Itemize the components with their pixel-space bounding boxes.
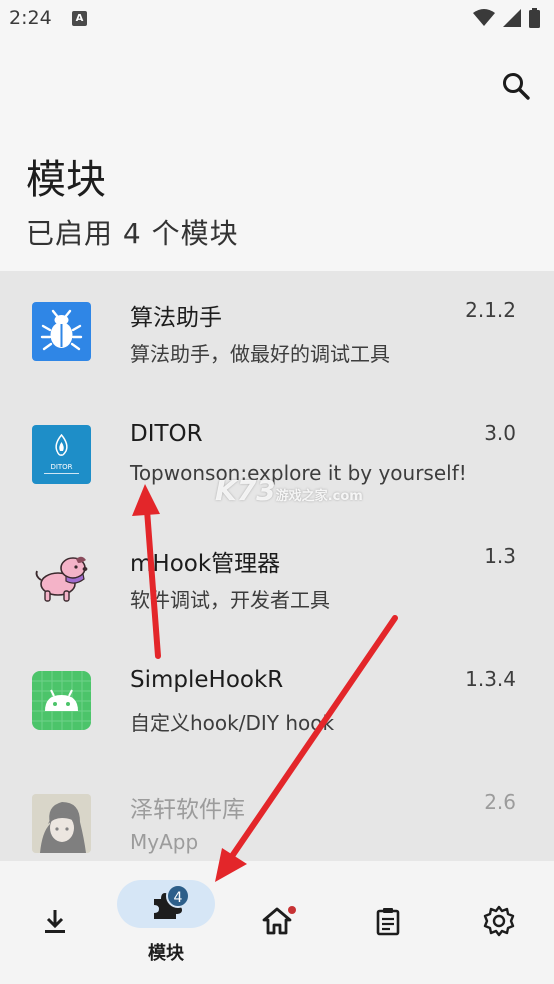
- status-time: 2:24: [9, 7, 52, 29]
- status-icons: [473, 8, 540, 28]
- dog-icon: [32, 548, 91, 607]
- nav-item-home[interactable]: [222, 861, 332, 984]
- module-description: 算法助手，做最好的调试工具: [130, 342, 390, 366]
- module-version: 1.3.4: [465, 667, 516, 691]
- module-name: 算法助手: [130, 305, 222, 331]
- clipboard-icon: [376, 908, 400, 936]
- wifi-icon: [473, 9, 495, 26]
- module-description: MyApp: [130, 830, 199, 854]
- module-row[interactable]: mHook管理器 软件调试，开发者工具 1.3: [0, 517, 554, 640]
- nav-item-settings[interactable]: [444, 861, 554, 984]
- watermark-domain: .com: [327, 489, 363, 504]
- download-icon: [45, 910, 65, 933]
- page-title: 模块: [26, 157, 106, 203]
- flame-logo-icon: DITOR: [32, 425, 91, 484]
- module-name: mHook管理器: [130, 551, 281, 577]
- nav-label-modules: 模块: [148, 943, 184, 964]
- watermark: K73游戏之家.com: [215, 474, 363, 507]
- module-name: DITOR: [130, 421, 203, 447]
- gear-icon: [483, 905, 515, 937]
- notification-icon: A: [72, 11, 87, 26]
- watermark-subtitle: 游戏之家: [275, 489, 328, 504]
- nav-item-modules[interactable]: 模块: [111, 861, 221, 984]
- module-version: 2.1.2: [465, 298, 516, 322]
- nav-item-logs[interactable]: [333, 861, 443, 984]
- module-version: 2.6: [484, 790, 516, 814]
- search-icon: [503, 73, 530, 100]
- module-row[interactable]: SimpleHookR 自定义hook/DIY hook 1.3.4: [0, 640, 554, 763]
- module-version: 1.3: [484, 544, 516, 568]
- module-name: SimpleHookR: [130, 667, 284, 693]
- module-row[interactable]: 泽轩软件库 MyApp 2.6: [0, 763, 554, 861]
- module-version: 3.0: [484, 421, 516, 445]
- status-bar: 2:24 A: [0, 0, 554, 40]
- bug-icon: [32, 302, 91, 361]
- module-name: 泽轩软件库: [130, 797, 245, 823]
- watermark-brand: K73: [215, 474, 276, 507]
- android-icon: [32, 671, 91, 730]
- home-notification-dot: [288, 906, 296, 914]
- nav-item-download[interactable]: [0, 861, 110, 984]
- page-subtitle: 已启用 4 个模块: [26, 217, 239, 250]
- battery-icon: [529, 8, 540, 28]
- module-description: 自定义hook/DIY hook: [130, 711, 335, 735]
- module-count-badge: 4: [166, 884, 190, 908]
- module-row[interactable]: 算法助手 算法助手，做最好的调试工具 2.1.2: [0, 271, 554, 394]
- module-list[interactable]: 算法助手 算法助手，做最好的调试工具 2.1.2 DITOR DITOR Top…: [0, 271, 554, 861]
- signal-icon: [503, 9, 521, 27]
- svg-text:DITOR: DITOR: [50, 463, 72, 471]
- bottom-navigation: 模块 4: [0, 861, 554, 984]
- search-button[interactable]: [494, 64, 538, 108]
- anime-avatar-icon: [32, 794, 91, 853]
- module-description: 软件调试，开发者工具: [130, 588, 330, 612]
